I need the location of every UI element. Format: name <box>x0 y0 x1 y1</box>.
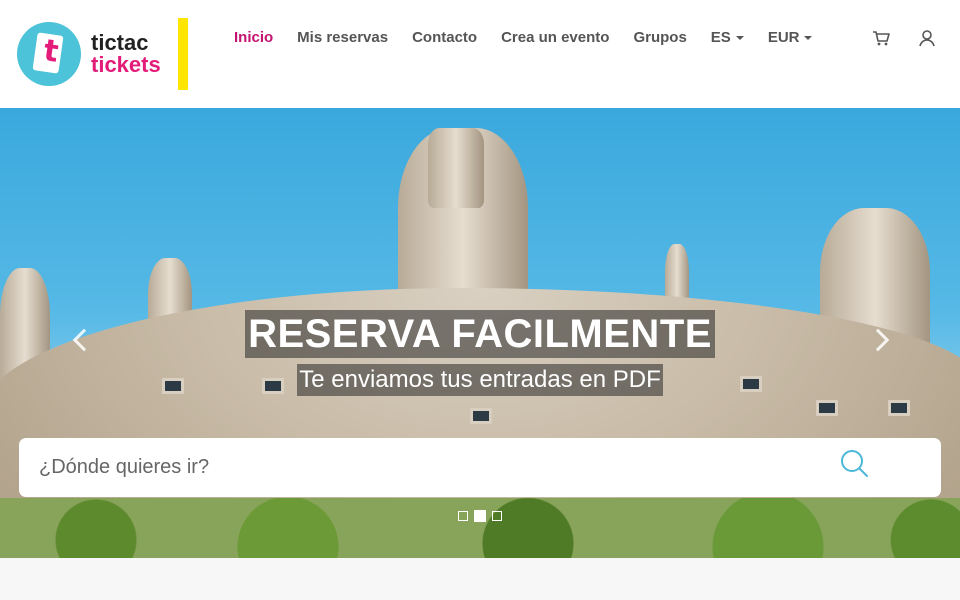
nav-item-mis-reservas[interactable]: Mis reservas <box>297 29 388 46</box>
carousel-dot-3[interactable] <box>492 511 502 521</box>
logo-line2: tickets <box>91 52 161 77</box>
carousel-indicators <box>458 510 508 522</box>
tictac-logo[interactable]: t tictac tickets <box>17 22 161 86</box>
search-bar <box>19 438 941 497</box>
hero-title: RESERVA FACILMENTE <box>245 310 715 358</box>
currency-label: EUR <box>767 28 800 46</box>
search-input[interactable] <box>19 438 819 497</box>
hero-subtitle: Te enviamos tus entradas en PDF <box>297 364 663 396</box>
language-dropdown[interactable]: ES <box>711 29 744 46</box>
site-header: t tictac tickets Inicio Mis reservas Con… <box>0 0 960 108</box>
cart-icon[interactable] <box>871 28 891 48</box>
hero-carousel: RESERVA FACILMENTE Te enviamos tus entra… <box>0 108 960 558</box>
facade-window <box>888 400 910 416</box>
main-nav: Inicio Mis reservas Contacto Crea un eve… <box>234 27 836 47</box>
logo-divider <box>178 18 188 90</box>
chevron-down-icon <box>735 35 744 40</box>
nav-item-grupos[interactable]: Grupos <box>633 29 686 46</box>
user-icon[interactable] <box>917 28 937 48</box>
carousel-dot-1[interactable] <box>458 511 468 521</box>
language-label: ES <box>710 28 731 46</box>
facade-window <box>816 400 838 416</box>
search-icon[interactable] <box>839 448 871 480</box>
carousel-dot-2[interactable] <box>474 510 486 522</box>
content-area-start <box>0 558 960 600</box>
nav-item-crea-evento[interactable]: Crea un evento <box>501 29 609 46</box>
currency-dropdown[interactable]: EUR <box>768 29 813 46</box>
logo-glyph: t <box>41 33 61 70</box>
logo-ticket-icon: t <box>17 22 81 86</box>
trees-foreground <box>0 498 960 558</box>
logo-wordmark: tictac tickets <box>91 32 161 76</box>
facade-window <box>470 408 492 424</box>
chevron-down-icon <box>804 35 813 40</box>
logo-line1: tictac <box>91 30 149 55</box>
nav-item-inicio[interactable]: Inicio <box>234 29 273 46</box>
hero-caption: RESERVA FACILMENTE Te enviamos tus entra… <box>0 310 960 396</box>
chimney-top <box>428 128 484 208</box>
nav-item-contacto[interactable]: Contacto <box>412 29 477 46</box>
